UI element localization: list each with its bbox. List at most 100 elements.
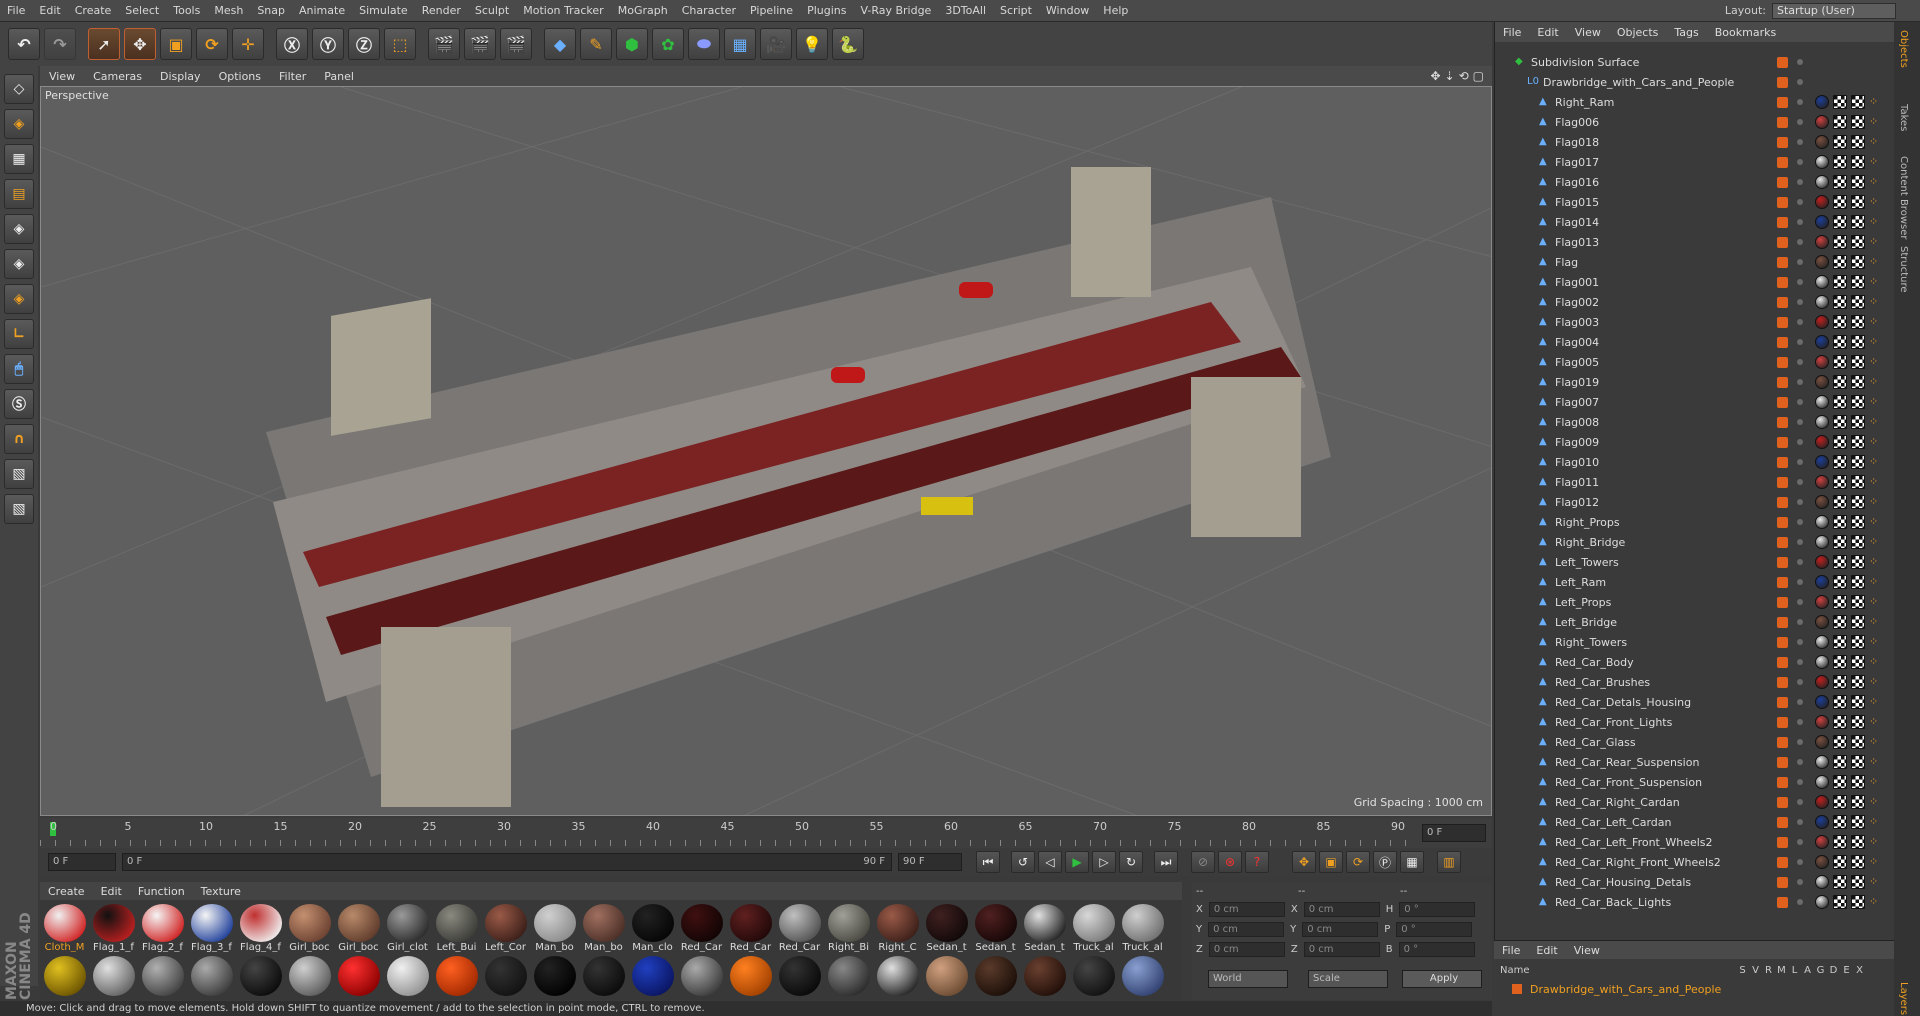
object-row[interactable]: ▲ Red_Car_Back_Lights ⁘ (1495, 892, 1887, 912)
material-tag-icon[interactable] (1815, 555, 1829, 569)
texture-tag-icon[interactable] (1851, 735, 1865, 749)
viewport-menu-display[interactable]: Display (151, 70, 210, 83)
phong-tag-icon[interactable]: ⁘ (1869, 355, 1883, 369)
phong-tag-icon[interactable]: ⁘ (1869, 695, 1883, 709)
layer-color-icon[interactable] (1777, 236, 1788, 248)
material-swatch[interactable] (42, 956, 87, 1000)
position-field[interactable]: 0 cm (1208, 942, 1285, 957)
texture-tag-icon[interactable] (1851, 435, 1865, 449)
rotate-view-icon[interactable]: ⟲ (1459, 69, 1469, 83)
layer-color-icon[interactable] (1777, 556, 1788, 568)
visibility-dot-icon[interactable] (1797, 539, 1803, 545)
key-pla-icon[interactable]: ▦ (1400, 851, 1424, 873)
layer-color-icon[interactable] (1777, 356, 1788, 368)
phong-tag-icon[interactable]: ⁘ (1869, 495, 1883, 509)
live-selection-icon[interactable]: ➚ (88, 28, 120, 60)
cube-icon[interactable]: ◆ (544, 28, 576, 60)
visibility-dot-icon[interactable] (1797, 79, 1803, 85)
material-menu-function[interactable]: Function (130, 885, 193, 898)
key-rotation-icon[interactable]: ⟳ (1346, 851, 1370, 873)
visibility-dot-icon[interactable] (1797, 99, 1803, 105)
layer-color-icon[interactable] (1777, 216, 1788, 228)
object-row[interactable]: ▲ Red_Car_Left_Cardan ⁘ (1495, 812, 1887, 832)
record-keys-icon[interactable]: ⊘ (1191, 851, 1215, 873)
material-tag-icon[interactable] (1815, 635, 1829, 649)
visibility-dot-icon[interactable] (1797, 639, 1803, 645)
object-row[interactable]: ▲ Flag008 ⁘ (1495, 412, 1887, 432)
material-swatch[interactable] (728, 956, 773, 1000)
uvw-tag-icon[interactable] (1833, 735, 1847, 749)
texture-tag-icon[interactable] (1851, 455, 1865, 469)
phong-tag-icon[interactable]: ⁘ (1869, 775, 1883, 789)
material-tag-icon[interactable] (1815, 435, 1829, 449)
texture-tag-icon[interactable] (1851, 375, 1865, 389)
material-tag-icon[interactable] (1815, 355, 1829, 369)
texture-mode-icon[interactable]: ▦ (4, 144, 34, 174)
menu-mesh[interactable]: Mesh (207, 4, 250, 17)
object-row[interactable]: ▲ Right_Bridge ⁘ (1495, 532, 1887, 552)
layer-color-icon[interactable] (1777, 156, 1788, 168)
rotate-icon[interactable]: ⟳ (196, 28, 228, 60)
material-tag-icon[interactable] (1815, 235, 1829, 249)
visibility-dot-icon[interactable] (1797, 619, 1803, 625)
material-swatch[interactable] (1071, 956, 1116, 1000)
phong-tag-icon[interactable]: ⁘ (1869, 515, 1883, 529)
phong-tag-icon[interactable]: ⁘ (1869, 575, 1883, 589)
undo-icon[interactable]: ↶ (8, 28, 40, 60)
uvw-tag-icon[interactable] (1833, 375, 1847, 389)
material-swatch[interactable]: Truck_al (1071, 904, 1116, 952)
material-tag-icon[interactable] (1815, 615, 1829, 629)
phong-tag-icon[interactable]: ⁘ (1869, 735, 1883, 749)
subdivision-icon[interactable]: ⬢ (616, 28, 648, 60)
phong-tag-icon[interactable]: ⁘ (1869, 435, 1883, 449)
visibility-dot-icon[interactable] (1797, 399, 1803, 405)
visibility-dot-icon[interactable] (1797, 219, 1803, 225)
material-tag-icon[interactable] (1815, 175, 1829, 189)
key-scale-icon[interactable]: ▣ (1319, 851, 1343, 873)
material-swatch[interactable]: Right_C (875, 904, 920, 952)
phong-tag-icon[interactable]: ⁘ (1869, 655, 1883, 669)
object-menu-view[interactable]: View (1567, 26, 1609, 39)
phong-tag-icon[interactable]: ⁘ (1869, 275, 1883, 289)
layer-color-icon[interactable] (1777, 476, 1788, 488)
material-swatch[interactable] (630, 956, 675, 1000)
menu-render[interactable]: Render (415, 4, 468, 17)
material-swatch[interactable]: Red_Car (777, 904, 822, 952)
object-menu-bookmarks[interactable]: Bookmarks (1707, 26, 1784, 39)
layer-color-icon[interactable] (1777, 456, 1788, 468)
layer-color-icon[interactable] (1777, 436, 1788, 448)
texture-tag-icon[interactable] (1851, 535, 1865, 549)
material-tag-icon[interactable] (1815, 775, 1829, 789)
tweak-icon[interactable]: 🖱 (4, 354, 34, 384)
texture-tag-icon[interactable] (1851, 275, 1865, 289)
timeline-window-icon[interactable]: ▥ (1437, 851, 1461, 873)
object-row[interactable]: ▲ Flag012 ⁘ (1495, 492, 1887, 512)
visibility-dot-icon[interactable] (1797, 699, 1803, 705)
prev-key-icon[interactable]: ↺ (1011, 851, 1035, 873)
layer-color-icon[interactable] (1777, 636, 1788, 648)
x-axis-icon[interactable]: Ⓧ (276, 28, 308, 60)
material-tag-icon[interactable] (1815, 295, 1829, 309)
visibility-dot-icon[interactable] (1797, 599, 1803, 605)
material-menu-texture[interactable]: Texture (193, 885, 249, 898)
menu-animate[interactable]: Animate (292, 4, 352, 17)
layer-color-icon[interactable] (1777, 676, 1788, 688)
visibility-dot-icon[interactable] (1797, 839, 1803, 845)
object-row[interactable]: ▲ Red_Car_Rear_Suspension ⁘ (1495, 752, 1887, 772)
material-tag-icon[interactable] (1815, 135, 1829, 149)
texture-tag-icon[interactable] (1851, 475, 1865, 489)
texture-tag-icon[interactable] (1851, 295, 1865, 309)
material-swatch[interactable] (238, 956, 283, 1000)
texture-tag-icon[interactable] (1851, 875, 1865, 889)
material-tag-icon[interactable] (1815, 855, 1829, 869)
texture-tag-icon[interactable] (1851, 575, 1865, 589)
visibility-dot-icon[interactable] (1797, 239, 1803, 245)
material-tag-icon[interactable] (1815, 315, 1829, 329)
phong-tag-icon[interactable]: ⁘ (1869, 795, 1883, 809)
menu-mograph[interactable]: MoGraph (611, 4, 675, 17)
layer-color-icon[interactable] (1777, 296, 1788, 308)
menu-pipeline[interactable]: Pipeline (743, 4, 800, 17)
texture-tag-icon[interactable] (1851, 95, 1865, 109)
layer-color-icon[interactable] (1777, 756, 1788, 768)
material-swatch[interactable] (777, 956, 822, 1000)
